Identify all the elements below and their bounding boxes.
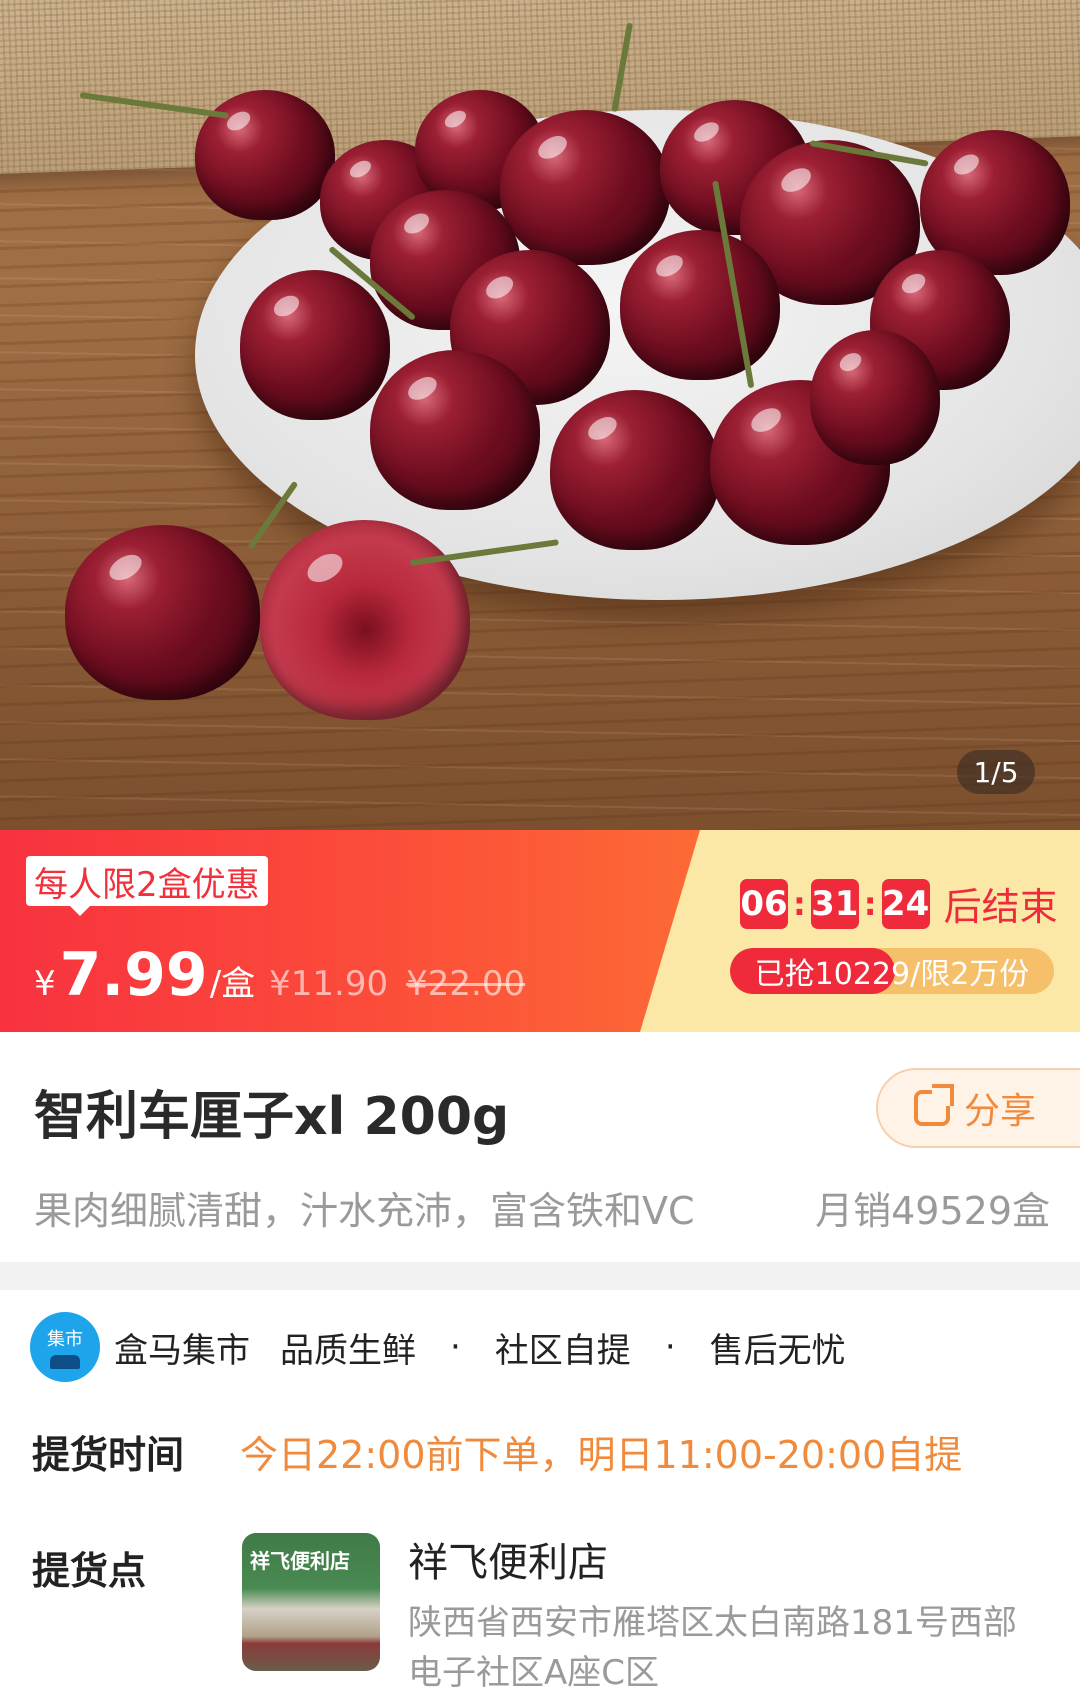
store-photo[interactable]: 祥飞便利店 — [242, 1533, 380, 1671]
countdown-timer: 06 : 31 : 24 后结束 — [740, 876, 1058, 931]
price-unit: /盒 — [209, 964, 256, 1004]
section-divider — [0, 1262, 1080, 1290]
countdown-separator: : — [793, 884, 806, 923]
cherry — [240, 270, 390, 420]
price-row: ¥ 7.99 /盒 ¥11.90 ¥22.00 — [34, 940, 525, 1010]
feature-separator: · — [664, 1327, 676, 1367]
cherry — [810, 330, 940, 465]
store-sign: 祥飞便利店 — [250, 1549, 350, 1573]
sales-progress-bar: 已抢10229/限2万份 — [730, 948, 1054, 994]
product-subtitle: 果肉细腻清甜，汁水充沛，富含铁和VC — [34, 1189, 695, 1233]
logo-mascot — [50, 1355, 80, 1369]
currency-symbol: ¥ — [34, 964, 56, 1004]
previous-price: ¥11.90 — [269, 964, 389, 1004]
feature-pickup: 社区自提 — [494, 1330, 631, 1371]
cherry — [195, 90, 335, 220]
cherry — [550, 390, 720, 550]
countdown-separator: : — [863, 884, 877, 923]
cherry — [500, 110, 670, 265]
pickup-point-label: 提货点 — [32, 1549, 147, 1593]
store-name[interactable]: 祥飞便利店 — [408, 1530, 608, 1588]
brand-name: 盒马集市 — [114, 1330, 250, 1371]
share-label: 分享 — [964, 1091, 1037, 1132]
share-icon — [914, 1084, 954, 1126]
countdown-suffix: 后结束 — [943, 885, 1058, 929]
product-image-carousel[interactable]: 1/5 — [0, 0, 1080, 830]
cherry — [620, 230, 780, 380]
feature-separator: · — [450, 1327, 461, 1367]
share-button[interactable]: 分享 — [876, 1068, 1080, 1148]
current-price: 7.99 — [59, 940, 208, 1010]
cherry-half — [260, 520, 470, 720]
hema-market-logo-icon: 集市 — [30, 1312, 100, 1382]
logo-text: 集市 — [47, 1329, 83, 1350]
flash-sale-banner: 每人限2盒优惠 ¥ 7.99 /盒 ¥11.90 ¥22.00 06 : 31 … — [0, 830, 1080, 1032]
sales-progress-text: 已抢10229/限2万份 — [754, 957, 1030, 992]
feature-aftersale: 售后无忧 — [709, 1330, 846, 1371]
image-page-indicator: 1/5 — [957, 750, 1035, 794]
product-info: 智利车厘子xl 200g 分享 果肉细腻清甜，汁水充沛，富含铁和VC 月销495… — [0, 1032, 1080, 1262]
product-title: 智利车厘子xl 200g — [34, 1087, 510, 1147]
feature-fresh: 品质生鲜 — [280, 1330, 416, 1371]
pickup-time-value: 今日22:00前下单，明日11:00-20:00自提 — [240, 1433, 963, 1477]
countdown-seconds: 24 — [881, 878, 930, 929]
purchase-limit-tag: 每人限2盒优惠 — [26, 856, 268, 916]
countdown-hours: 06 — [740, 878, 788, 929]
brand-row: 集市 盒马集市 品质生鲜 · 社区自提 · 售后无忧 — [30, 1312, 846, 1382]
cherry — [65, 525, 260, 700]
store-address: 陕西省西安市雁塔区太白南路181号西部电子社区A座C区 — [408, 1603, 1017, 1693]
cherry — [370, 350, 540, 510]
pickup-time-label: 提货时间 — [32, 1433, 185, 1477]
countdown-minutes: 31 — [810, 878, 859, 929]
monthly-sales: 月销49529盒 — [815, 1189, 1050, 1233]
original-price: ¥22.00 — [406, 964, 526, 1004]
